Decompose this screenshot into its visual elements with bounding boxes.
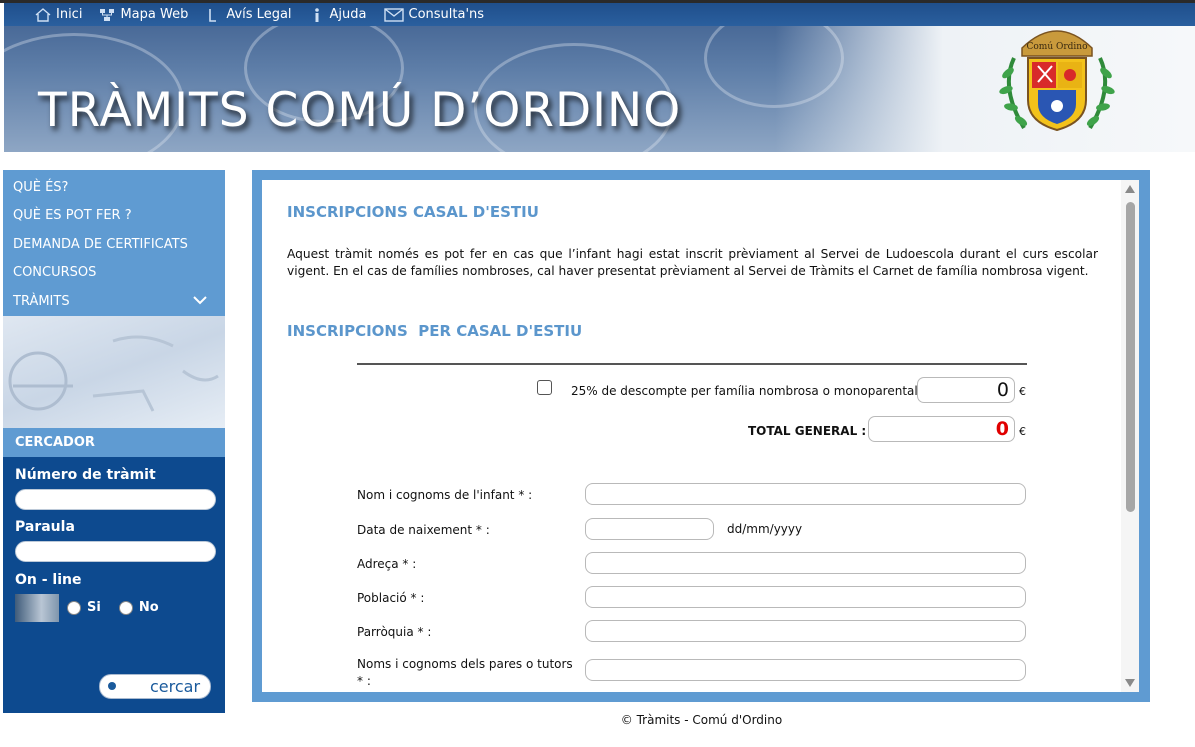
nav-mapa-web[interactable]: Mapa Web xyxy=(98,7,188,23)
svg-text:Comú Ordino: Comú Ordino xyxy=(1026,41,1087,52)
scroll-down-arrow-icon[interactable] xyxy=(1125,679,1135,687)
nav-avis-legal-label: Avís Legal xyxy=(226,7,292,22)
data-naixement-input[interactable] xyxy=(585,518,714,540)
discount-checkbox[interactable] xyxy=(537,380,552,395)
sidebar-item-label: CONCURSOS xyxy=(13,265,97,281)
scroll-up-arrow-icon[interactable] xyxy=(1125,185,1135,193)
date-format-hint: dd/mm/yyyy xyxy=(727,522,803,536)
total-amount-field[interactable]: 0 xyxy=(868,416,1015,442)
sidebar-decorative-image xyxy=(3,315,225,428)
field-label-pares-tutors: Noms i cognoms dels pares o tutors * : xyxy=(357,657,573,688)
nav-ajuda-label: Ajuda xyxy=(329,7,367,22)
currency-symbol: € xyxy=(1019,385,1026,398)
field-label-parroquia: Parròquia * : xyxy=(357,625,432,639)
main-content: INSCRIPCIONS CASAL D'ESTIU Aquest tràmit… xyxy=(262,180,1139,692)
vertical-scrollbar[interactable] xyxy=(1121,180,1139,692)
nav-avis-legal[interactable]: Avís Legal xyxy=(204,7,292,23)
search-panel: Número de tràmit Paraula On - line Si No… xyxy=(3,456,225,713)
section-divider xyxy=(357,363,1027,365)
page-title: INSCRIPCIONS CASAL D'ESTIU xyxy=(287,203,539,221)
main-content-frame: INSCRIPCIONS CASAL D'ESTIU Aquest tràmit… xyxy=(252,170,1150,702)
sidebar-menu: QUÈ ÉS? QUÈ ES POT FER ? DEMANDA DE CERT… xyxy=(3,170,225,316)
nav-mapa-web-label: Mapa Web xyxy=(120,7,189,22)
sidebar-item-que-es[interactable]: QUÈ ÉS? xyxy=(3,173,225,202)
currency-symbol: € xyxy=(1019,425,1026,438)
nav-consultans-label: Consulta'ns xyxy=(408,7,485,22)
radio-no-label: No xyxy=(138,600,159,615)
sidebar-item-label: QUÈ ES POT FER ? xyxy=(13,208,132,224)
sidebar-item-label: TRÀMITS xyxy=(13,293,70,309)
field-label-adreca: Adreça * : xyxy=(357,557,417,571)
total-label: TOTAL GENERAL : xyxy=(748,424,867,438)
online-radio-si[interactable]: Si xyxy=(67,600,101,615)
site-header: Inici Mapa Web Avís Legal Ajuda Consulta… xyxy=(4,3,1195,152)
cercar-button-label: cercar xyxy=(150,676,201,696)
comu-ordino-crest-logo: Comú Ordino xyxy=(999,30,1115,132)
search-heading: CERCADOR xyxy=(3,427,225,457)
sitemap-icon xyxy=(98,7,116,23)
left-sidebar: QUÈ ÉS? QUÈ ES POT FER ? DEMANDA DE CERT… xyxy=(3,170,225,713)
footer-copyright: © Tràmits - Comú d'Ordino xyxy=(620,713,783,727)
form-section-title: INSCRIPCIONS PER CASAL D'ESTIU xyxy=(287,322,583,340)
paraula-input[interactable] xyxy=(15,540,216,562)
radio-button[interactable] xyxy=(67,600,81,615)
scrollbar-thumb[interactable] xyxy=(1126,202,1135,512)
parroquia-input[interactable] xyxy=(585,620,1026,642)
bullet-icon xyxy=(108,682,116,690)
paraula-label: Paraula xyxy=(15,518,75,535)
banner-title: TRÀMITS COMÚ D’ORDINO xyxy=(38,83,682,138)
numero-tramit-input[interactable] xyxy=(15,488,216,510)
radio-si-label: Si xyxy=(87,600,101,615)
online-radio-no[interactable]: No xyxy=(118,600,159,615)
nom-infant-input[interactable] xyxy=(585,483,1026,505)
field-label-data-naixement: Data de naixement * : xyxy=(357,523,490,537)
cercar-button[interactable]: cercar xyxy=(99,673,211,699)
pares-tutors-input[interactable] xyxy=(585,659,1026,681)
discount-label: 25% de descompte per família nombrosa o … xyxy=(571,384,926,398)
sidebar-item-demanda-certificats[interactable]: DEMANDA DE CERTIFICATS xyxy=(3,230,225,259)
numero-tramit-label: Número de tràmit xyxy=(15,466,156,483)
sidebar-item-que-es-pot-fer[interactable]: QUÈ ES POT FER ? xyxy=(3,202,225,231)
home-icon xyxy=(34,7,52,23)
intro-paragraph: Aquest tràmit només es pot fer en cas qu… xyxy=(287,247,1098,278)
online-thumbnail xyxy=(15,593,59,622)
nav-consultans[interactable]: Consulta'ns xyxy=(383,7,485,23)
sidebar-item-label: DEMANDA DE CERTIFICATS xyxy=(13,236,188,252)
discount-amount-field[interactable]: 0 xyxy=(917,377,1015,403)
radio-button[interactable] xyxy=(118,600,133,615)
legal-icon xyxy=(204,7,222,23)
sidebar-item-label: QUÈ ÉS? xyxy=(13,179,69,195)
field-label-poblacio: Població * : xyxy=(357,591,425,605)
mail-icon xyxy=(383,7,405,23)
nav-ajuda[interactable]: Ajuda xyxy=(308,7,367,23)
online-options: Si No xyxy=(15,593,216,622)
poblacio-input[interactable] xyxy=(585,586,1026,608)
field-label-nom-infant: Nom i cognoms de l'infant * : xyxy=(357,488,533,502)
adreca-input[interactable] xyxy=(585,552,1026,574)
chevron-down-icon[interactable] xyxy=(193,294,207,309)
info-icon xyxy=(308,7,326,23)
sidebar-item-tramits[interactable]: TRÀMITS xyxy=(3,287,225,316)
sidebar-item-concursos[interactable]: CONCURSOS xyxy=(3,259,225,288)
nav-inici[interactable]: Inici xyxy=(34,7,82,23)
nav-inici-label: Inici xyxy=(56,7,83,22)
online-label: On - line xyxy=(15,571,82,588)
